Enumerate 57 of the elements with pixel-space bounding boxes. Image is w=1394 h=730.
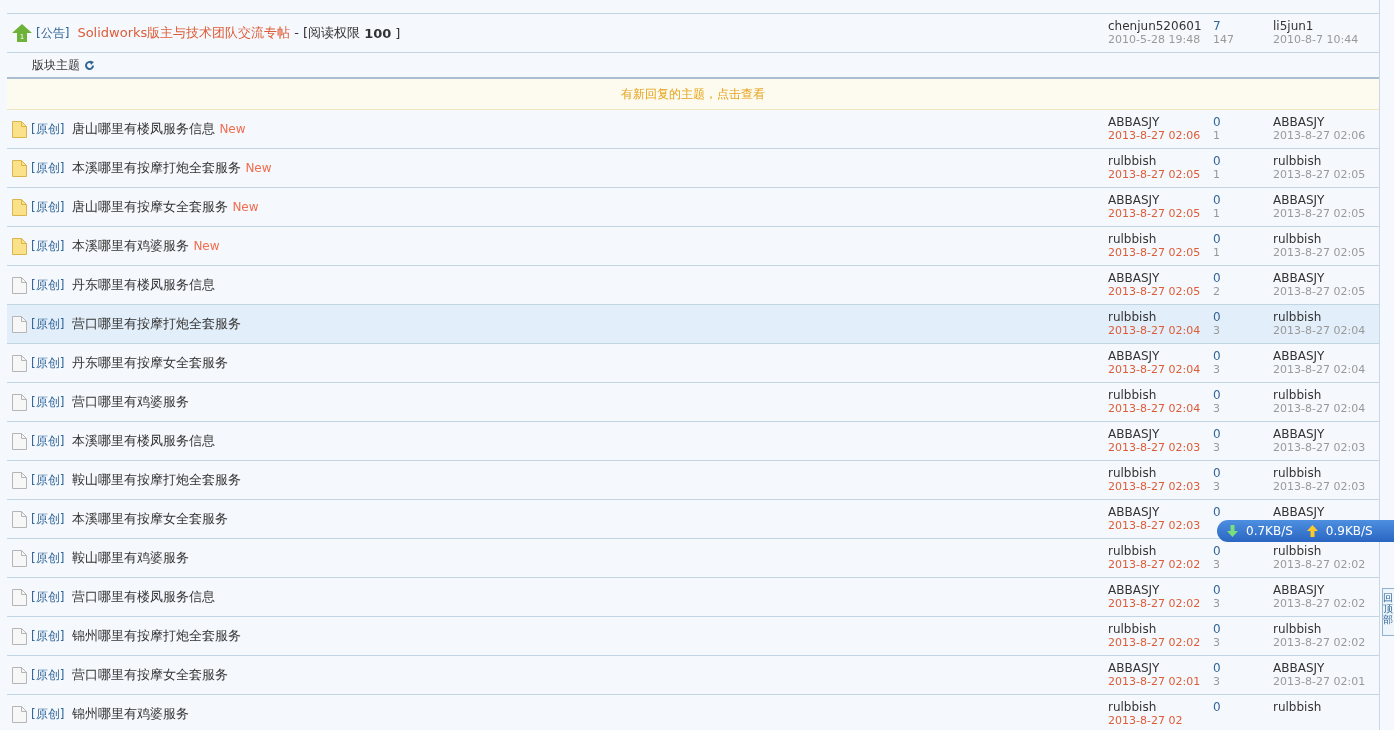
- last-post-date: 2013-8-27 02:02: [1273, 636, 1367, 650]
- last-post-date: 2013-8-27 02:05: [1273, 285, 1367, 299]
- view-count: 3: [1213, 402, 1221, 416]
- section-label: 版块主题: [32, 56, 80, 74]
- last-post-date: 2013-8-27 02:02: [1273, 597, 1367, 611]
- post-date: 2013-8-27 02:05: [1108, 285, 1202, 299]
- post-date: 2013-8-27 02:02: [1108, 558, 1202, 572]
- post-date: 2013-8-27 02:04: [1108, 324, 1202, 338]
- view-count: 3: [1213, 363, 1221, 377]
- post-date: 2013-8-27 02:03: [1108, 519, 1202, 533]
- view-count: 3: [1213, 441, 1221, 455]
- last-post-date: 2013-8-27 02:05: [1273, 168, 1367, 182]
- new-label: New: [193, 239, 220, 253]
- last-post-date: 2013-8-27 02:04: [1273, 363, 1367, 377]
- download-speed: 0.7KB/S: [1246, 524, 1293, 538]
- view-count: 1: [1213, 129, 1221, 143]
- view-count: 3: [1213, 324, 1221, 338]
- new-label: New: [245, 161, 272, 175]
- post-date: 2013-8-27 02:03: [1108, 480, 1202, 494]
- post-date: 2013-8-27 02: [1108, 714, 1184, 728]
- new-label: New: [232, 200, 259, 214]
- post-date: 2013-8-27 02:03: [1108, 441, 1202, 455]
- last-post-date: 2013-8-27 02:03: [1273, 480, 1367, 494]
- bracket-text: ]: [395, 25, 401, 41]
- post-date: 2013-8-27 02:04: [1108, 363, 1202, 377]
- last-post-date: 2013-8-27 02:03: [1273, 441, 1367, 455]
- post-date: 2013-8-27 02:04: [1108, 402, 1202, 416]
- last-post-date: 2013-8-27 02:01: [1273, 675, 1367, 689]
- read-permission-value: 100: [364, 25, 392, 41]
- post-date: 2013-8-27 02:02: [1108, 636, 1202, 650]
- view-count: 1: [1213, 168, 1221, 182]
- post-date: 2013-8-27 02:05: [1108, 168, 1202, 182]
- last-post-date: 2013-8-27 02:04: [1273, 324, 1367, 338]
- post-date: 2013-8-27 02:05: [1108, 207, 1202, 221]
- post-date: 2013-8-27 02:01: [1108, 675, 1202, 689]
- last-post-date: 2013-8-27 02:02: [1273, 558, 1367, 572]
- last-post-date: 2013-8-27 02:04: [1273, 402, 1367, 416]
- post-date: 2013-8-27 02:05: [1108, 246, 1202, 260]
- view-count: 3: [1213, 558, 1221, 572]
- post-date: 2013-8-27 02:02: [1108, 597, 1202, 611]
- view-count: 3: [1213, 480, 1221, 494]
- last-post-date: 2013-8-27 02:05: [1273, 246, 1367, 260]
- read-permission-label: - [阅读权限: [294, 24, 361, 42]
- view-count: 1: [1213, 207, 1221, 221]
- view-count: 147: [1213, 33, 1235, 47]
- post-date: 2013-8-27 02:06: [1108, 129, 1202, 143]
- upload-speed: 0.9KB/S: [1325, 524, 1373, 538]
- last-post-date: 2013-8-27 02:05: [1273, 207, 1367, 221]
- last-post-date: 2010-8-7 10:44: [1273, 33, 1360, 47]
- view-count: 3: [1213, 675, 1221, 689]
- view-count: 1: [1213, 246, 1221, 260]
- view-count: 3: [1213, 636, 1221, 650]
- view-count: 2: [1213, 285, 1221, 299]
- last-post-date: 2013-8-27 02:06: [1273, 129, 1367, 143]
- post-date: 2010-5-28 19:48: [1108, 33, 1202, 47]
- new-label: New: [219, 122, 246, 136]
- view-count: 3: [1213, 597, 1221, 611]
